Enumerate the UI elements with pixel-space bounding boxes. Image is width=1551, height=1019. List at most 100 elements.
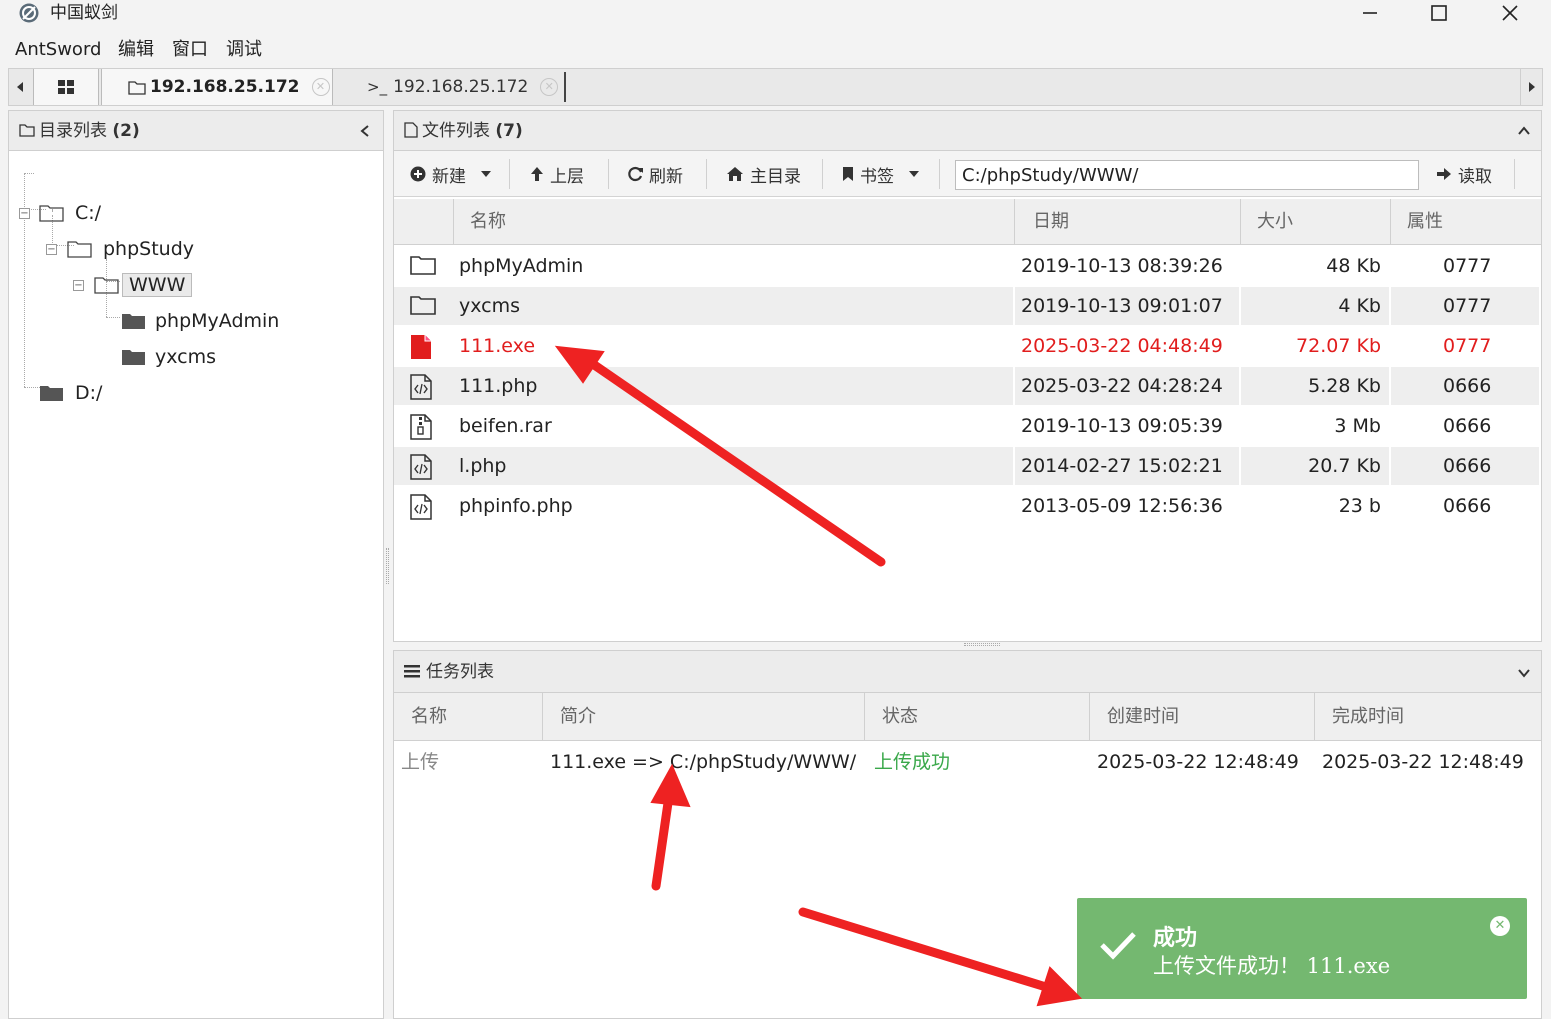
bookmark-button[interactable]: 书签 <box>842 151 920 197</box>
tab-divider <box>564 72 566 102</box>
home-icon <box>727 167 743 181</box>
up-level-button[interactable]: 上层 <box>530 151 584 197</box>
tab-scroll-left-button[interactable] <box>9 69 31 105</box>
tab-close-icon[interactable]: ✕ <box>540 78 559 96</box>
code-file-icon <box>410 374 432 400</box>
file-size: 5.28 Kb <box>1308 375 1381 397</box>
new-button[interactable]: 新建 <box>410 151 492 197</box>
refresh-button[interactable]: 刷新 <box>628 151 683 197</box>
home-directory-button[interactable]: 主目录 <box>726 151 801 197</box>
file-toolbar: 新建 上层 刷新 主目录 书签 C:/phpStudy/WWW/ 读取 <box>394 151 1541 197</box>
close-window-button[interactable] <box>1480 0 1540 26</box>
file-date: 2019-10-13 08:39:26 <box>1021 255 1223 277</box>
file-date: 2025-03-22 04:48:49 <box>1021 335 1223 357</box>
tree-expander-phpstudy[interactable]: − <box>46 244 57 255</box>
tree-node-d-drive[interactable]: D:/ <box>39 379 102 407</box>
file-permission: 0777 <box>1443 255 1492 277</box>
file-permission: 0666 <box>1443 495 1492 517</box>
file-row[interactable]: phpinfo.php 2013-05-09 12:56:36 23 b 0666 <box>394 487 1539 525</box>
tree-node-yxcms[interactable]: yxcms <box>121 343 216 371</box>
file-size: 48 Kb <box>1326 255 1381 277</box>
tree-node-www[interactable]: WWW <box>94 271 193 299</box>
file-row[interactable]: 111.exe 2025-03-22 04:48:49 72.07 Kb 0777 <box>394 327 1539 365</box>
column-separator <box>1389 287 1391 325</box>
tree-node-label: yxcms <box>155 346 217 368</box>
collapse-left-icon[interactable] <box>359 124 371 138</box>
tree-expander-www[interactable]: − <box>73 280 84 291</box>
arrow-right-icon <box>1437 168 1451 180</box>
tree-node-c-drive[interactable]: C:/ <box>39 199 101 227</box>
folder-open-icon <box>39 205 64 222</box>
file-row[interactable]: 111.php 2025-03-22 04:28:24 5.28 Kb 0666 <box>394 367 1539 405</box>
file-permission: 0777 <box>1443 295 1492 317</box>
task-column-status[interactable]: 状态 <box>865 693 1090 741</box>
task-row[interactable]: 上传 111.exe => C:/phpStudy/WWW/ 上传成功 2025… <box>394 743 1541 781</box>
task-column-name[interactable]: 名称 <box>394 693 543 741</box>
column-separator <box>1389 407 1391 445</box>
task-name: 上传 <box>401 751 440 773</box>
folder-icon <box>410 294 436 316</box>
minimize-button[interactable] <box>1340 0 1400 26</box>
folder-closed-icon <box>122 350 145 365</box>
collapse-up-icon[interactable] <box>1517 125 1531 137</box>
folder-closed-icon <box>122 314 145 329</box>
menu-debug[interactable]: 调试 <box>226 39 262 61</box>
column-header-name[interactable]: 名称 <box>454 199 1015 245</box>
tree-node-phpmyadmin[interactable]: phpMyAdmin <box>121 307 279 335</box>
column-separator <box>1389 367 1391 405</box>
caret-down-icon <box>909 171 919 177</box>
tree-node-phpstudy[interactable]: phpStudy <box>67 235 194 263</box>
menu-edit[interactable]: 编辑 <box>118 39 154 61</box>
column-header-perm[interactable]: 属性 <box>1391 199 1541 245</box>
maximize-icon <box>1431 5 1447 21</box>
file-size: 72.07 Kb <box>1296 335 1381 357</box>
tree-expander-c[interactable]: − <box>19 208 30 219</box>
tab-scroll-right-button[interactable] <box>1520 69 1542 105</box>
file-row[interactable]: l.php 2014-02-27 15:02:21 20.7 Kb 0666 <box>394 447 1539 485</box>
success-toast: 成功 上传文件成功！ 111.exe ✕ <box>1077 898 1527 999</box>
tab-home[interactable] <box>33 69 99 105</box>
file-row[interactable]: phpMyAdmin 2019-10-13 08:39:26 48 Kb 0777 <box>394 247 1539 285</box>
read-button[interactable]: 读取 <box>1436 151 1492 197</box>
tab-terminal[interactable]: >_ 192.168.25.172 ✕ <box>335 69 567 105</box>
column-separator <box>1239 247 1241 285</box>
column-separator <box>1013 247 1015 285</box>
file-size: 3 Mb <box>1334 415 1381 437</box>
tab-label: 192.168.25.172 <box>150 77 300 97</box>
column-separator <box>1239 407 1241 445</box>
file-icon <box>404 122 418 138</box>
tree-node-label: WWW <box>122 273 193 297</box>
task-column-desc[interactable]: 简介 <box>543 693 865 741</box>
toast-close-icon[interactable]: ✕ <box>1490 916 1510 936</box>
task-column-created[interactable]: 创建时间 <box>1090 693 1315 741</box>
file-row[interactable]: beifen.rar 2019-10-13 09:05:39 3 Mb 0666 <box>394 407 1539 445</box>
panel-splitter[interactable] <box>384 110 392 1019</box>
tab-close-icon[interactable]: ✕ <box>311 78 330 96</box>
column-header-size[interactable]: 大小 <box>1241 199 1391 245</box>
code-file-icon <box>410 454 432 480</box>
file-permission: 0666 <box>1443 375 1492 397</box>
menu-window[interactable]: 窗口 <box>172 39 208 61</box>
tab-file-manager[interactable]: 192.168.25.172 ✕ <box>101 69 333 105</box>
file-list-panel: 文件列表 (7) 新建 上层 刷新 主目录 书签 C:/phpStudy/WWW… <box>393 110 1542 642</box>
window-title: 中国蚁剑 <box>50 3 118 23</box>
directory-panel: 目录列表 (2) − C:/ − phpStudy − WWW phpMyAdm… <box>8 110 384 1019</box>
column-separator <box>1013 407 1015 445</box>
file-list-title: 文件列表 (7) <box>404 120 523 142</box>
file-row[interactable]: yxcms 2019-10-13 09:01:07 4 Kb 0777 <box>394 287 1539 325</box>
refresh-icon <box>628 166 643 182</box>
tree-node-label: phpStudy <box>103 238 195 260</box>
task-list-header: 任务列表 <box>394 651 1541 693</box>
path-input[interactable] <box>955 160 1419 190</box>
file-icon <box>410 334 432 360</box>
column-separator <box>1239 287 1241 325</box>
menu-antsword[interactable]: AntSword <box>15 39 101 61</box>
file-size: 4 Kb <box>1338 295 1381 317</box>
task-column-finished[interactable]: 完成时间 <box>1315 693 1541 741</box>
column-separator <box>1239 447 1241 485</box>
plus-circle-icon <box>410 166 426 182</box>
tree-node-label: D:/ <box>75 382 103 404</box>
maximize-button[interactable] <box>1409 0 1469 26</box>
collapse-down-icon[interactable] <box>1517 667 1531 679</box>
column-header-date[interactable]: 日期 <box>1015 199 1241 245</box>
